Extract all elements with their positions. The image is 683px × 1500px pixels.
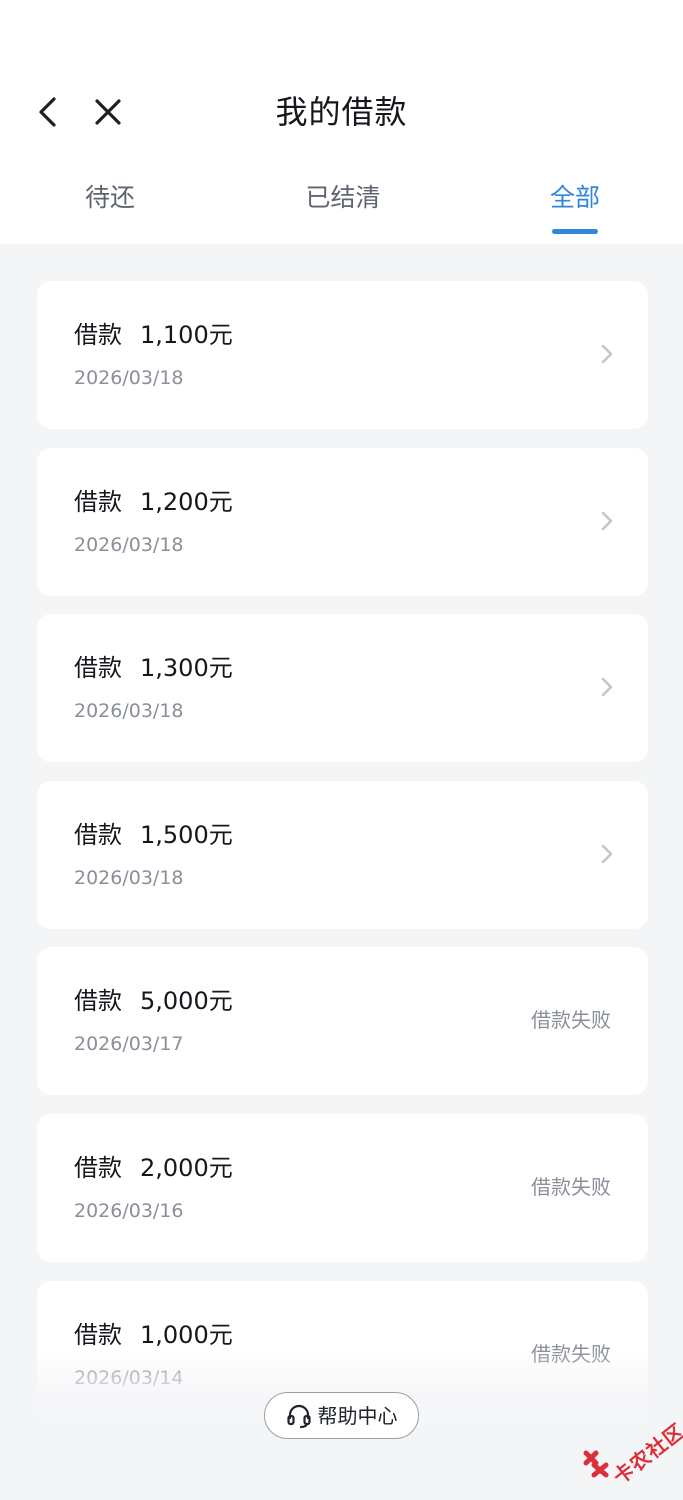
loan-title: 借款 5,000元 [74,985,233,1017]
loan-list: 借款 1,100元 2026/03/18 借款 1,200元 2026/03/18 … [37,281,648,1447]
loan-title: 借款 1,300元 [74,652,233,684]
loan-label: 借款 [74,1320,122,1349]
loan-amount: 1,100元 [140,321,233,349]
loan-status: 借款失败 [531,1174,611,1199]
loan-amount: 2,000元 [140,1153,233,1182]
loan-label: 借款 [74,820,122,849]
loan-amount: 1,500元 [140,820,233,849]
watermark-logo: 卡农社区 [580,1405,683,1489]
loan-title: 借款 1,200元 [74,486,233,518]
tab-pending[interactable]: 待还 [60,170,160,230]
loan-title: 借款 1,500元 [74,819,233,851]
chevron-right-icon [601,511,613,530]
loan-amount: 1,000元 [140,1320,233,1349]
chevron-right-icon [601,844,613,864]
loan-label: 借款 [74,1153,122,1182]
loan-label: 借款 [74,654,122,683]
header-bar: 我的借款 待还 已结清 全部 [0,0,683,244]
watermark-mark-icon [583,1450,609,1478]
loan-card[interactable]: 借款 2,000元 2026/03/16 借款失败 [37,1113,648,1262]
chevron-right-icon [601,677,613,697]
loan-status: 借款失败 [531,1008,611,1033]
active-tab-indicator [552,229,598,234]
loan-date: 2026/03/16 [74,1199,184,1222]
loan-status: 借款失败 [531,1341,611,1366]
loan-card[interactable]: 借款 1,100元 2026/03/18 [37,281,648,429]
watermark-text: 卡农社区 [608,1418,683,1490]
loan-amount: 1,200元 [140,487,233,516]
loan-label: 借款 [74,321,122,349]
help-center-label: 帮助中心 [317,1403,398,1428]
loan-date: 2026/03/18 [74,533,184,556]
page-title: 我的借款 [275,93,408,131]
loan-date: 2026/03/17 [74,1033,184,1056]
loan-amount: 1,300元 [140,654,233,683]
loan-title: 借款 1,000元 [74,1319,233,1351]
chevron-right-icon [601,344,613,364]
loan-card[interactable]: 借款 5,000元 2026/03/17 借款失败 [37,947,648,1096]
loan-card[interactable]: 借款 1,300元 2026/03/18 [37,614,648,763]
loan-label: 借款 [74,987,122,1016]
loan-title: 借款 1,100元 [74,319,233,351]
help-center-button[interactable]: 帮助中心 [264,1392,419,1439]
tab-all[interactable]: 全部 [525,170,625,230]
loan-date: 2026/03/18 [74,700,184,723]
headset-icon [286,1403,312,1429]
loan-card[interactable]: 借款 1,200元 2026/03/18 [37,447,648,596]
loan-label: 借款 [74,487,122,516]
loan-card[interactable]: 借款 1,500元 2026/03/18 [37,780,648,929]
loan-title: 借款 2,000元 [74,1152,233,1184]
loan-date: 2026/03/18 [74,367,184,389]
loan-date: 2026/03/14 [74,1366,184,1389]
loan-date: 2026/03/18 [74,866,184,889]
tab-settled[interactable]: 已结清 [283,170,403,230]
loan-amount: 5,000元 [140,987,233,1016]
